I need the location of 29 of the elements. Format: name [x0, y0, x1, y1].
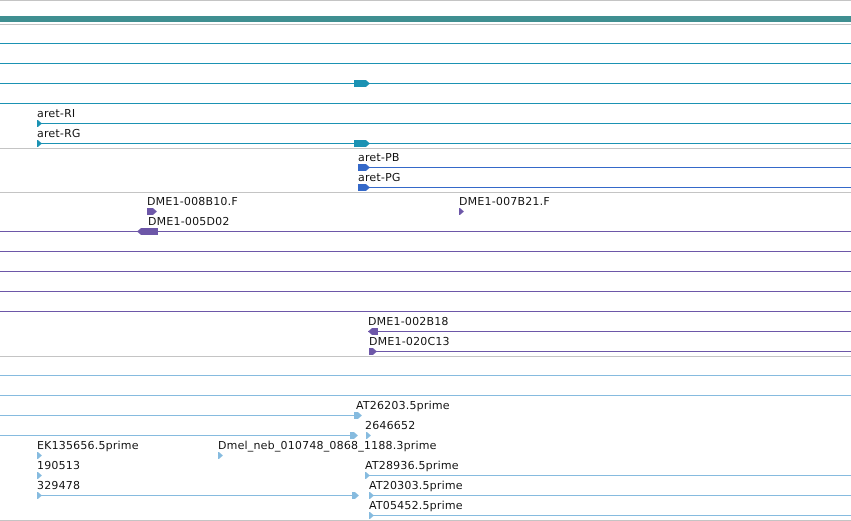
feature-arrow-icon[interactable]	[147, 208, 157, 215]
feature-label: DME1-005D02	[148, 215, 230, 228]
feature-arrow-icon[interactable]	[369, 348, 377, 355]
feature-label: aret-RG	[37, 127, 81, 140]
feature-arrow-icon[interactable]	[137, 228, 158, 235]
feature-arrow-icon[interactable]	[459, 208, 464, 215]
feature-arrow-icon[interactable]	[354, 80, 370, 87]
feature-label: AT28936.5prime	[365, 459, 459, 472]
feature-arrow-icon[interactable]	[37, 140, 42, 147]
feature-arrow-icon[interactable]	[358, 184, 370, 191]
feature-label: aret-PB	[358, 151, 400, 164]
feature-label: AT20303.5prime	[369, 479, 463, 492]
feature-label: AT26203.5prime	[356, 399, 450, 412]
feature-arrow-icon[interactable]	[358, 164, 370, 171]
feature-label: aret-PG	[358, 171, 401, 184]
feature-arrow-icon[interactable]	[368, 328, 378, 335]
feature-label: 2646652	[365, 419, 416, 432]
feature-label: Dmel_neb_010748_0868_1188.3prime	[218, 439, 437, 452]
feature-label: 329478	[37, 479, 80, 492]
feature-label: aret-RI	[37, 107, 76, 120]
feature-label: DME1-020C13	[369, 335, 450, 348]
feature-label: EK135656.5prime	[37, 439, 139, 452]
feature-arrow-icon[interactable]	[37, 120, 42, 127]
feature-label: AT05452.5prime	[369, 499, 463, 512]
feature-arrow-icon[interactable]	[354, 140, 370, 147]
feature-label: DME1-008B10.F	[147, 195, 238, 208]
feature-label: DME1-007B21.F	[459, 195, 550, 208]
feature-label: 190513	[37, 459, 80, 472]
feature-label: DME1-002B18	[368, 315, 449, 328]
